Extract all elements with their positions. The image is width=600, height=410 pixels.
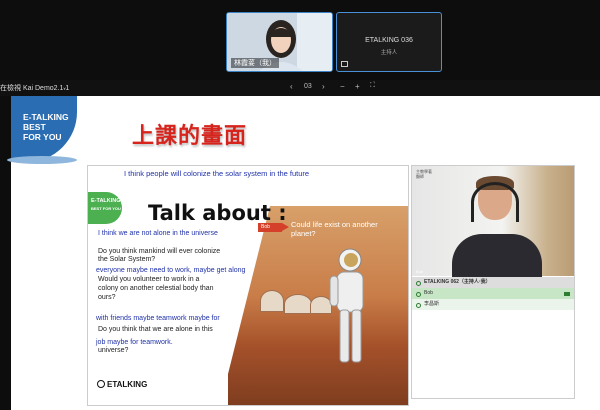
speaker-tag: Bob	[258, 223, 289, 232]
participant-row[interactable]: 李昌斯	[412, 299, 574, 310]
shared-slide[interactable]: E-TALKING BEST FOR YOU I think people wi…	[87, 165, 409, 406]
slide-question-text: the Solar System?	[98, 256, 156, 263]
fullscreen-icon[interactable]: ⛶	[370, 82, 375, 90]
next-page-button[interactable]: ›	[322, 82, 325, 91]
slide-question-text: colony on another celestial body than	[98, 285, 214, 292]
presentation-canvas[interactable]: E-TALKING BEST FOR YOU 上課的畫面 E-TALKING B…	[7, 96, 600, 410]
habitat-dome	[284, 294, 312, 314]
zoom-in-button[interactable]: +	[355, 82, 360, 91]
participant-list: ETALKING 062（主持人·我） Bob 李昌斯	[412, 277, 574, 310]
teacher-video-panel: 主教學著 顯師 Bob ETALKING 062（主持人·我） Bob 李昌斯	[411, 165, 575, 399]
microphone-icon	[416, 280, 421, 286]
etalking-logo-text: E-TALKING BEST FOR YOU	[23, 112, 69, 142]
document-name: 在檢視 Kai Demo2.1.1	[0, 85, 70, 92]
participant-row[interactable]: Bob	[412, 288, 574, 299]
slide-question-text: universe?	[98, 347, 129, 354]
slide-question-main: Could life exist on another planet?	[291, 220, 378, 238]
slide-heading: Talk about :	[148, 201, 287, 225]
etalking-logo-icon	[97, 380, 105, 388]
page-number: 03	[304, 83, 312, 90]
annotation-text: job maybe for teamwork.	[96, 339, 173, 346]
teacher-video[interactable]: 主教學著 顯師 Bob	[412, 166, 574, 278]
slide-question-text: Do you think that we are alone in this	[98, 326, 213, 333]
participant-tile-host[interactable]: ETALKING 036 主持人	[336, 12, 442, 72]
astronaut-image	[329, 248, 364, 363]
annotation-text: I think people will colonize the solar s…	[124, 169, 310, 178]
participant-row-host[interactable]: ETALKING 062（主持人·我）	[412, 277, 574, 288]
annotation-text: I think we are not alone in the universe	[98, 230, 218, 237]
presentation-toolbar: 在檢視 Kai Demo2.1.1 ⌄ ‹ 03 › − + ⛶	[0, 80, 600, 96]
slide-question-text: ours?	[98, 294, 116, 301]
screen-share-icon	[341, 61, 348, 67]
conference-window: 林霞荽（我） ETALKING 036 主持人 在檢視 Kai Demo2.1.…	[0, 0, 600, 410]
participant-name-self: 林霞荽（我）	[231, 58, 279, 68]
participant-tile-self[interactable]: 林霞荽（我）	[226, 12, 333, 72]
prev-page-button[interactable]: ‹	[290, 82, 293, 91]
slide-footer-brand: ETALKING	[97, 380, 147, 389]
annotation-text: with friends maybe teamwork maybe for	[96, 315, 220, 322]
microphone-icon	[416, 291, 421, 297]
microphone-icon	[416, 302, 421, 308]
zoom-out-button[interactable]: −	[340, 82, 345, 91]
camera-icon	[564, 291, 570, 296]
participant-name-host: ETALKING 036	[365, 37, 413, 44]
slide-question-text: Would you volunteer to work in a	[98, 276, 200, 283]
page-heading: 上課的畫面	[132, 124, 248, 149]
annotation-text: everyone maybe need to work, maybe get a…	[96, 267, 246, 274]
slide-question-text: Do you think mankind will ever colonize	[98, 248, 221, 255]
headset-icon	[471, 182, 519, 222]
teacher-video-sublabel: Bob	[416, 269, 424, 274]
slide-logo-text: E-TALKING BEST FOR YOU	[91, 198, 121, 211]
chevron-down-icon[interactable]: ⌄	[62, 84, 67, 91]
teacher-body-image	[452, 234, 542, 278]
habitat-dome	[260, 290, 284, 312]
etalking-logo-badge: E-TALKING BEST FOR YOU	[7, 96, 77, 164]
participant-role-host: 主持人	[380, 50, 398, 56]
teacher-video-label: 主教學著 顯師	[416, 169, 432, 179]
